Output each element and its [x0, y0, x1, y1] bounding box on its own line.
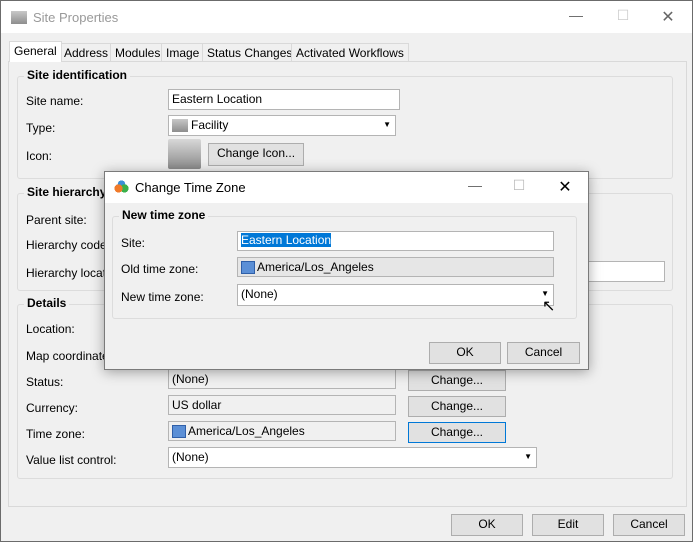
dialog-title-bar: Change Time Zone — ☐ ✕: [105, 172, 588, 203]
hierarchy-location-label: Hierarchy locatio: [26, 266, 116, 280]
tab-general[interactable]: General: [9, 41, 62, 62]
tab-address[interactable]: Address: [59, 43, 114, 62]
facility-icon: [172, 119, 188, 133]
site-name-input[interactable]: Eastern Location: [168, 89, 400, 110]
time-zone-label: Time zone:: [26, 427, 85, 441]
dialog-cancel-button[interactable]: Cancel: [507, 342, 580, 364]
dialog-title: Change Time Zone: [135, 180, 246, 195]
type-select[interactable]: Facility ▼: [168, 115, 396, 136]
currency-label: Currency:: [26, 401, 79, 415]
mouse-cursor-icon: ↖: [542, 298, 556, 315]
type-label: Type:: [26, 121, 56, 135]
group-title: Site hierarchy: [24, 185, 110, 199]
time-zone-icon: [172, 425, 186, 439]
change-currency-button[interactable]: Change...: [408, 396, 506, 417]
close-button[interactable]: ✕: [550, 177, 580, 197]
edit-button[interactable]: Edit: [532, 514, 604, 536]
group-title: New time zone: [119, 208, 209, 222]
time-zone-app-icon: [114, 180, 129, 194]
group-title: Details: [24, 296, 70, 310]
hierarchy-code-label: Hierarchy code:: [26, 238, 111, 252]
time-zone-field: America/Los_Angeles: [168, 421, 396, 441]
old-time-zone-label: Old time zone:: [121, 262, 199, 276]
new-time-zone-select[interactable]: (None) ▼: [237, 284, 554, 306]
site-input[interactable]: Eastern Location: [237, 231, 554, 251]
currency-field: US dollar: [168, 395, 396, 415]
maximize-button[interactable]: ☐: [504, 177, 534, 197]
value-list-label: Value list control:: [26, 453, 117, 467]
status-label: Status:: [26, 375, 64, 389]
tab-status-changes[interactable]: Status Changes: [202, 43, 298, 62]
building-icon: [11, 11, 27, 24]
type-value: Facility: [191, 118, 229, 132]
group-title: Site identification: [24, 68, 131, 82]
minimize-button[interactable]: —: [460, 177, 490, 197]
value-list-value: (None): [172, 450, 209, 464]
window-title: Site Properties: [33, 10, 119, 25]
map-coordinates-label: Map coordinates: [26, 349, 115, 363]
tab-image[interactable]: Image: [161, 43, 205, 62]
chevron-down-icon: ▼: [524, 452, 532, 461]
chevron-down-icon: ▼: [383, 120, 391, 129]
old-time-zone-field: America/Los_Angeles: [237, 257, 554, 277]
value-list-select[interactable]: (None) ▼: [168, 447, 537, 468]
dialog-ok-button[interactable]: OK: [429, 342, 501, 364]
tab-modules[interactable]: Modules: [110, 43, 166, 62]
title-bar: Site Properties — ☐ ✕: [1, 1, 692, 33]
facility-large-icon: [168, 139, 201, 169]
site-label: Site:: [121, 236, 146, 250]
change-icon-button[interactable]: Change Icon...: [208, 143, 304, 166]
site-name-label: Site name:: [26, 94, 84, 108]
location-label: Location:: [26, 322, 75, 336]
parent-site-label: Parent site:: [26, 213, 87, 227]
close-button[interactable]: ✕: [653, 7, 683, 27]
new-time-zone-value: (None): [241, 287, 278, 301]
old-time-zone-value: America/Los_Angeles: [257, 260, 374, 274]
time-zone-value: America/Los_Angeles: [188, 424, 305, 438]
status-field: (None): [168, 369, 396, 389]
tab-activated-workflows[interactable]: Activated Workflows: [291, 43, 409, 62]
change-time-zone-button[interactable]: Change...: [408, 422, 506, 443]
minimize-button[interactable]: —: [561, 7, 591, 27]
icon-label: Icon:: [26, 149, 53, 163]
change-status-button[interactable]: Change...: [408, 370, 506, 391]
cancel-button[interactable]: Cancel: [613, 514, 685, 536]
maximize-button[interactable]: ☐: [608, 7, 638, 27]
change-time-zone-dialog: Change Time Zone — ☐ ✕ New time zone Sit…: [104, 171, 589, 370]
new-time-zone-label: New time zone:: [121, 290, 204, 304]
ok-button[interactable]: OK: [451, 514, 523, 536]
site-value: Eastern Location: [241, 233, 332, 247]
time-zone-icon: [241, 261, 255, 275]
